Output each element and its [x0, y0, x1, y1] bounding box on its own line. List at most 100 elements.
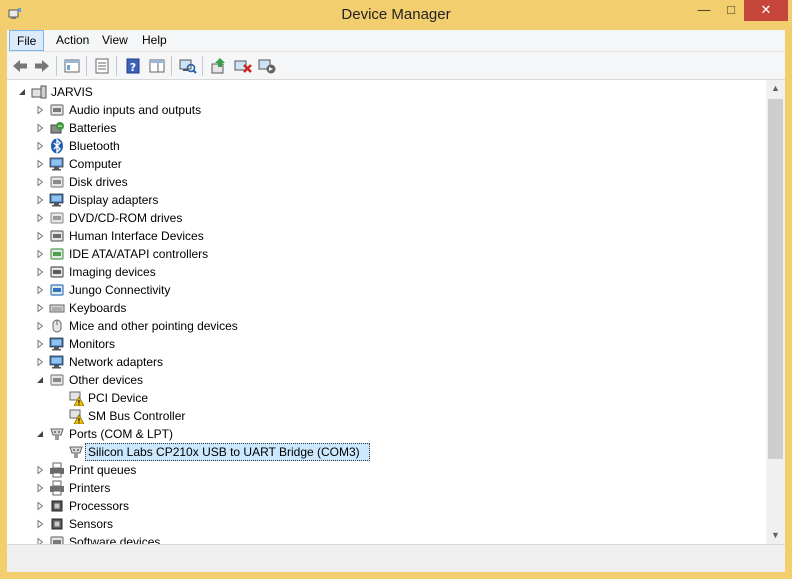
tree-category-item[interactable]: Printers — [7, 479, 766, 497]
vertical-scrollbar[interactable]: ▲ ▼ — [766, 80, 785, 544]
properties-icon[interactable] — [92, 56, 112, 76]
tree-category-item[interactable]: DVD/CD-ROM drives — [7, 209, 766, 227]
tree-category-label: Bluetooth — [69, 139, 120, 153]
scroll-down-icon[interactable]: ▼ — [766, 527, 785, 544]
expand-arrow-icon[interactable] — [35, 231, 45, 241]
battery-icon — [50, 122, 64, 134]
tree-category-label: DVD/CD-ROM drives — [69, 211, 183, 225]
printer-icon — [50, 480, 64, 496]
menu-help[interactable]: Help — [135, 30, 174, 51]
tree-category-label: Print queues — [69, 463, 137, 477]
expand-arrow-icon[interactable] — [35, 465, 45, 475]
show-hide-console-tree-icon[interactable] — [62, 56, 82, 76]
expand-arrow-icon[interactable] — [35, 195, 45, 205]
expand-arrow-icon[interactable] — [35, 249, 45, 259]
expand-arrow-icon[interactable] — [35, 285, 45, 295]
action-pane-icon[interactable] — [147, 56, 167, 76]
menu-file[interactable]: File — [9, 30, 45, 51]
tree-category-item[interactable]: Mice and other pointing devices — [7, 317, 766, 335]
expand-arrow-icon[interactable] — [35, 537, 45, 544]
tree-category-label: Human Interface Devices — [69, 229, 204, 243]
keyboard-icon — [49, 304, 65, 313]
tree-category-label: Computer — [69, 157, 122, 171]
tree-device-item[interactable]: SM Bus Controller — [7, 407, 766, 425]
scroll-up-icon[interactable]: ▲ — [766, 80, 785, 97]
collapse-arrow-icon[interactable] — [35, 375, 45, 385]
expand-arrow-icon[interactable] — [35, 321, 45, 331]
tree-category-item[interactable]: Sensors — [7, 515, 766, 533]
tree-category-item[interactable]: Keyboards — [7, 299, 766, 317]
menu-bar: File Action View Help — [7, 30, 785, 52]
tree-category-item[interactable]: Jungo Connectivity — [7, 281, 766, 299]
tree-category-item[interactable]: Ports (COM & LPT) — [7, 425, 766, 443]
expand-arrow-icon[interactable] — [35, 267, 45, 277]
collapse-arrow-icon[interactable] — [35, 429, 45, 439]
tree-category-label: Ports (COM & LPT) — [69, 427, 174, 441]
tree-category-item[interactable]: Processors — [7, 497, 766, 515]
tree-category-label: Monitors — [69, 337, 116, 351]
tree-device-label: Silicon Labs CP210x USB to UART Bridge (… — [88, 445, 360, 459]
tree-category-item[interactable]: Audio inputs and outputs — [7, 101, 766, 119]
tree-category-label: Disk drives — [69, 175, 128, 189]
processor-icon — [51, 500, 63, 512]
tree-device-item[interactable]: PCI Device — [7, 389, 766, 407]
expand-arrow-icon[interactable] — [35, 501, 45, 511]
disable-device-icon[interactable] — [257, 56, 277, 76]
minimize-button[interactable]: — — [690, 0, 718, 21]
menu-action[interactable]: Action — [49, 30, 96, 51]
expand-arrow-icon[interactable] — [35, 483, 45, 493]
tree-category-item[interactable]: IDE ATA/ATAPI controllers — [7, 245, 766, 263]
jungo-icon — [50, 284, 64, 296]
close-button[interactable]: ✕ — [744, 0, 788, 21]
expand-arrow-icon[interactable] — [35, 339, 45, 349]
title-bar[interactable]: Device Manager — □ ✕ — [0, 0, 792, 30]
expand-arrow-icon[interactable] — [35, 123, 45, 133]
help-icon[interactable]: ? — [123, 56, 143, 76]
expand-arrow-icon[interactable] — [35, 105, 45, 115]
device-tree[interactable]: JARVIS Audio inputs and outputs Batteries… — [7, 80, 766, 544]
expand-arrow-icon[interactable] — [35, 519, 45, 529]
port-icon — [69, 446, 83, 458]
display-adapter-icon — [49, 193, 64, 207]
forward-arrow-icon[interactable] — [32, 56, 52, 76]
expand-arrow-icon[interactable] — [35, 159, 45, 169]
expand-arrow-icon[interactable] — [35, 357, 45, 367]
tree-category-item[interactable]: Bluetooth — [7, 137, 766, 155]
collapse-arrow-icon[interactable] — [17, 87, 27, 97]
bluetooth-icon — [51, 138, 63, 154]
tree-category-item[interactable]: Imaging devices — [7, 263, 766, 281]
port-icon — [50, 428, 64, 440]
maximize-button[interactable]: □ — [718, 0, 744, 21]
tree-category-label: Batteries — [69, 121, 117, 135]
expand-arrow-icon[interactable] — [35, 213, 45, 223]
tree-category-item[interactable]: Print queues — [7, 461, 766, 479]
scan-hardware-changes-icon[interactable] — [178, 56, 198, 76]
uninstall-device-icon[interactable] — [233, 56, 253, 76]
update-driver-icon[interactable] — [209, 56, 229, 76]
tree-category-label: Printers — [69, 481, 111, 495]
tree-category-item[interactable]: Display adapters — [7, 191, 766, 209]
print-queue-icon — [50, 462, 64, 478]
expand-arrow-icon[interactable] — [35, 177, 45, 187]
tree-category-item[interactable]: Monitors — [7, 335, 766, 353]
warning-device-icon — [69, 391, 84, 406]
tree-category-item[interactable]: Software devices — [7, 533, 766, 544]
expand-arrow-icon[interactable] — [35, 141, 45, 151]
camera-icon — [50, 266, 64, 278]
back-arrow-icon[interactable] — [10, 56, 30, 76]
tree-category-item[interactable]: Disk drives — [7, 173, 766, 191]
svg-text:?: ? — [130, 61, 136, 74]
tree-category-item[interactable]: Other devices — [7, 371, 766, 389]
tree-category-item[interactable]: Network adapters — [7, 353, 766, 371]
tree-category-item[interactable]: Human Interface Devices — [7, 227, 766, 245]
tree-root-jarvis[interactable]: JARVIS — [7, 83, 766, 101]
window-title: Device Manager — [341, 6, 451, 23]
tree-device-item[interactable]: Silicon Labs CP210x USB to UART Bridge (… — [7, 443, 766, 461]
speaker-icon — [50, 104, 64, 116]
tree-category-item[interactable]: Batteries — [7, 119, 766, 137]
tree-category-label: Sensors — [69, 517, 114, 531]
menu-view[interactable]: View — [95, 30, 135, 51]
expand-arrow-icon[interactable] — [35, 303, 45, 313]
tree-category-item[interactable]: Computer — [7, 155, 766, 173]
scrollbar-thumb[interactable] — [768, 99, 783, 459]
